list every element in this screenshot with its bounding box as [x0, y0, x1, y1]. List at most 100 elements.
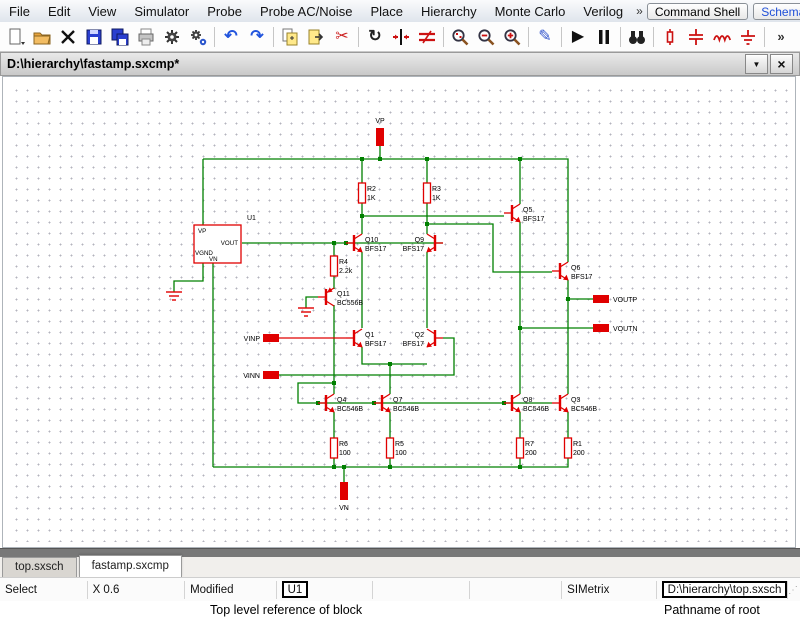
place-capacitor-icon[interactable] [683, 25, 709, 49]
svg-text:BC546B: BC546B [571, 406, 597, 413]
svg-text:2.2k: 2.2k [339, 268, 353, 275]
toolbar-separator [528, 27, 529, 47]
resistor-r1[interactable]: R1200 [565, 438, 585, 458]
schematic-drawing: Q10BFS17Q9BFS17Q5BFS17Q6BFS17Q1BFS17Q2BF… [3, 77, 796, 548]
run-settings-gear-icon[interactable] [185, 25, 211, 49]
status-cell-4 [373, 581, 470, 599]
toolbar-separator [214, 27, 215, 47]
terminal-vinp[interactable]: VINP [244, 334, 279, 343]
svg-text:BFS17: BFS17 [523, 216, 545, 223]
find-binoculars-icon[interactable] [624, 25, 650, 49]
place-ground-icon[interactable] [735, 25, 761, 49]
svg-text:Q3: Q3 [571, 397, 580, 404]
command-shell-button[interactable]: Command Shell [647, 3, 748, 20]
menu-item-verilog[interactable]: Verilog [574, 2, 632, 21]
settings-gear-icon[interactable] [159, 25, 185, 49]
resistor-r6[interactable]: R6100 [331, 438, 351, 458]
transistor-q1[interactable]: Q1BFS17 [346, 329, 387, 348]
svg-text:200: 200 [525, 450, 537, 457]
save-icon[interactable] [81, 25, 107, 49]
terminal-vp[interactable]: VP [375, 118, 385, 146]
schematic-editor-selector[interactable]: Schematic Editor▼ [753, 3, 800, 20]
close-icon[interactable] [55, 25, 81, 49]
transistor-q11[interactable]: Q11BC556B [318, 287, 363, 307]
cut-icon[interactable]: ✂ [329, 25, 355, 49]
menu-item-probe[interactable]: Probe [198, 2, 251, 21]
menu-item-view[interactable]: View [79, 2, 125, 21]
annotation-root-path: Pathname of root [664, 603, 760, 617]
resistor-r5[interactable]: R5100 [387, 438, 407, 458]
annotation-block-ref: Top level reference of block [210, 603, 362, 617]
copy-icon[interactable] [277, 25, 303, 49]
print-icon[interactable] [133, 25, 159, 49]
svg-text:VOUTP: VOUTP [613, 297, 637, 304]
menu-item-file[interactable]: File [0, 2, 39, 21]
svg-text:VP: VP [375, 118, 385, 125]
resize-grip[interactable]: ⋰ [788, 585, 798, 596]
toolbar-separator [443, 27, 444, 47]
terminal-voutn[interactable]: VOUTN [593, 324, 638, 333]
resistor-r3[interactable]: R31K [424, 183, 442, 203]
menu-item-place[interactable]: Place [361, 2, 412, 21]
place-inductor-icon[interactable] [709, 25, 735, 49]
svg-text:BFS17: BFS17 [403, 246, 425, 253]
ground-symbol-1[interactable] [166, 292, 182, 300]
svg-text:R1: R1 [573, 441, 582, 448]
menu-item-probe-ac-noise[interactable]: Probe AC/Noise [251, 2, 362, 21]
status-annotated-value: U1 [282, 581, 309, 598]
svg-text:R7: R7 [525, 441, 534, 448]
svg-text:VP: VP [198, 228, 206, 235]
svg-text:BC556B: BC556B [337, 300, 363, 307]
window-shade-button[interactable]: ▼ [745, 54, 768, 74]
svg-text:R5: R5 [395, 441, 404, 448]
resistor-r2[interactable]: R21K [359, 183, 377, 203]
bus-icon[interactable] [414, 25, 440, 49]
save-all-icon[interactable] [107, 25, 133, 49]
toggle-junction-icon[interactable] [388, 25, 414, 49]
more-tools-icon[interactable]: » [768, 25, 794, 49]
undo-icon[interactable]: ↶ [218, 25, 244, 49]
schematic-editor-label: Schematic Editor [761, 5, 800, 19]
menu-item-simulator[interactable]: Simulator [125, 2, 198, 21]
zoom-in-icon[interactable] [499, 25, 525, 49]
open-folder-icon[interactable] [29, 25, 55, 49]
zoom-out-icon[interactable] [473, 25, 499, 49]
menu-overflow-chevron[interactable]: » [632, 4, 647, 18]
menu-item-monte-carlo[interactable]: Monte Carlo [486, 2, 575, 21]
annotate-pencil-icon[interactable]: ✎ [532, 25, 558, 49]
svg-text:BFS17: BFS17 [403, 341, 425, 348]
place-resistor-icon[interactable] [657, 25, 683, 49]
svg-text:100: 100 [339, 450, 351, 457]
toolbar-separator [273, 27, 274, 47]
transistor-q3[interactable]: Q3 BC546B [552, 394, 597, 413]
run-simulation-icon[interactable]: ▶ [565, 25, 591, 49]
transistor-q2[interactable]: Q2BFS17 [403, 329, 443, 348]
terminal-vn[interactable]: VN [339, 482, 349, 512]
menu-item-hierarchy[interactable]: Hierarchy [412, 2, 486, 21]
window-close-button[interactable]: × [770, 54, 793, 74]
schematic-window-titlebar: D:\hierarchy\fastamp.sxcmp* ▼ × [0, 52, 800, 76]
resistor-r7[interactable]: R7200 [517, 438, 537, 458]
resistor-r4[interactable]: R42.2k [331, 256, 353, 276]
menu-item-edit[interactable]: Edit [39, 2, 79, 21]
refresh-icon[interactable]: ↻ [362, 25, 388, 49]
zoom-area-icon[interactable] [447, 25, 473, 49]
sheet-tab-fastamp-sxcmp[interactable]: fastamp.sxcmp [79, 555, 182, 577]
svg-text:BC546B: BC546B [523, 406, 549, 413]
status-cell-3: U1 [277, 581, 374, 599]
terminal-vinn[interactable]: VINN [243, 371, 279, 380]
svg-text:BFS17: BFS17 [571, 274, 593, 281]
terminal-voutp[interactable]: VOUTP [593, 295, 637, 304]
ground-symbol-2[interactable] [298, 308, 314, 316]
pause-simulation-icon[interactable] [591, 25, 617, 49]
new-file-icon[interactable] [3, 25, 29, 49]
transistor-q6[interactable]: Q6BFS17 [552, 262, 593, 281]
status-cell-7: D:\hierarchy\top.sxsch [657, 581, 788, 599]
paste-icon[interactable] [303, 25, 329, 49]
svg-text:VN: VN [209, 256, 218, 263]
sheet-tab-top-sxsch[interactable]: top.sxsch [2, 557, 77, 577]
schematic-window-title: D:\hierarchy\fastamp.sxcmp* [7, 57, 179, 71]
redo-icon[interactable]: ↷ [244, 25, 270, 49]
transistor-q5[interactable]: Q5BFS17 [504, 204, 545, 223]
schematic-canvas[interactable]: Q10BFS17Q9BFS17Q5BFS17Q6BFS17Q1BFS17Q2BF… [2, 76, 796, 548]
